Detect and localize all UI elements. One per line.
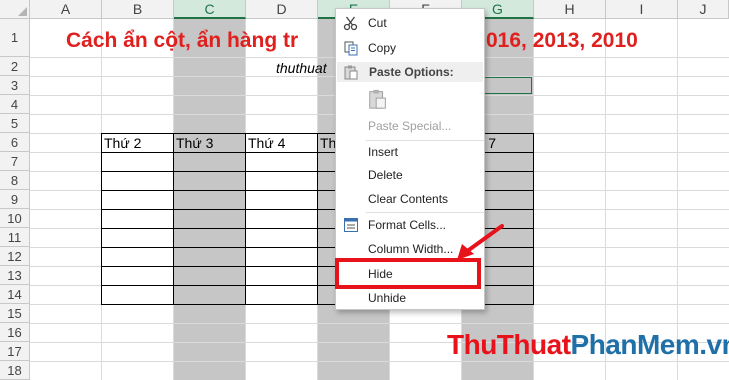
watermark-part3: .vn xyxy=(699,329,729,360)
table-border xyxy=(101,133,102,305)
column-header-a[interactable]: A xyxy=(30,0,102,19)
row-header-2[interactable]: 2 xyxy=(0,57,30,76)
watermark-part2: PhanMem xyxy=(570,329,700,360)
menu-item-label: Insert xyxy=(368,145,399,159)
table-border xyxy=(317,133,318,305)
paste-icon xyxy=(344,65,358,80)
table-header-cell[interactable]: Th xyxy=(320,135,336,151)
menu-item-delete[interactable]: Delete xyxy=(336,164,484,186)
table-border xyxy=(245,133,246,305)
row-header-12[interactable]: 12 xyxy=(0,247,30,266)
gridline xyxy=(30,323,729,324)
clipboard-icon[interactable] xyxy=(367,88,389,110)
table-header-cell[interactable]: Thứ 3 xyxy=(176,135,213,151)
row-header-3[interactable]: 3 xyxy=(0,76,30,95)
watermark-logo: ThuThuatPhanMem.vn xyxy=(447,329,729,361)
gridline xyxy=(605,19,606,380)
row-header-1[interactable]: 1 xyxy=(0,19,30,57)
format-cells-icon xyxy=(344,218,358,232)
row-header-8[interactable]: 8 xyxy=(0,171,30,190)
annotation-arrow-icon xyxy=(457,224,504,260)
sheet-subtitle: thuthuat xyxy=(276,60,327,76)
column-header-j[interactable]: J xyxy=(678,0,729,19)
menu-item-cut[interactable]: Cut xyxy=(336,12,484,34)
menu-item-unhide[interactable]: Unhide xyxy=(336,287,484,309)
table-header-cell[interactable]: Thứ 2 xyxy=(104,135,141,151)
column-header-h[interactable]: H xyxy=(534,0,606,19)
menu-item-copy[interactable]: Copy xyxy=(336,37,484,59)
row-header-16[interactable]: 16 xyxy=(0,323,30,342)
paste-options-header: Paste Options: xyxy=(337,62,483,82)
watermark-part1: ThuThuat xyxy=(447,329,571,360)
sheet-title: Cách ẩn cột, ẩn hàng tr 016, 2013, 2010 xyxy=(66,29,638,53)
menu-item-insert[interactable]: Insert xyxy=(336,141,484,163)
column-header-b[interactable]: B xyxy=(102,0,174,19)
gridline xyxy=(677,19,678,380)
paste-options-label: Paste Options: xyxy=(369,65,454,79)
row-header-15[interactable]: 15 xyxy=(0,304,30,323)
row-header-18[interactable]: 18 xyxy=(0,361,30,380)
menu-item-label: Format Cells... xyxy=(368,218,447,232)
column-header-c[interactable]: C xyxy=(174,0,246,19)
row-header-14[interactable]: 14 xyxy=(0,285,30,304)
row-header-6[interactable]: 6 xyxy=(0,133,30,152)
menu-item-label: Clear Contents xyxy=(368,192,449,206)
row-header-11[interactable]: 11 xyxy=(0,228,30,247)
selected-column-c xyxy=(174,19,246,380)
column-header-d[interactable]: D xyxy=(246,0,318,19)
select-all-button[interactable] xyxy=(0,0,30,19)
row-header-5[interactable]: 5 xyxy=(0,114,30,133)
menu-item-clear-contents[interactable]: Clear Contents xyxy=(336,188,484,210)
menu-item-label: Copy xyxy=(368,41,397,55)
row-header-7[interactable]: 7 xyxy=(0,152,30,171)
copy-icon xyxy=(344,41,358,56)
menu-item-paste-special[interactable]: Paste Special... xyxy=(336,115,484,137)
sheet-title-left: Cách ẩn cột, ẩn hàng tr xyxy=(66,29,299,52)
table-header-cell[interactable]: Thứ 4 xyxy=(248,135,285,151)
menu-item-label: Cut xyxy=(368,16,387,30)
menu-item-label: Unhide xyxy=(368,291,407,305)
column-header-i[interactable]: I xyxy=(606,0,678,19)
row-header-4[interactable]: 4 xyxy=(0,95,30,114)
menu-item-label: Paste Special... xyxy=(368,119,452,133)
sheet-title-right: 016, 2013, 2010 xyxy=(486,29,638,52)
row-header-17[interactable]: 17 xyxy=(0,342,30,361)
table-border xyxy=(173,133,174,305)
row-header-9[interactable]: 9 xyxy=(0,190,30,209)
row-header-10[interactable]: 10 xyxy=(0,209,30,228)
menu-separator xyxy=(366,212,484,213)
menu-item-label: Delete xyxy=(368,168,403,182)
row-header-13[interactable]: 13 xyxy=(0,266,30,285)
table-border xyxy=(533,133,534,305)
gridline xyxy=(30,361,729,362)
scissors-icon xyxy=(343,16,358,31)
